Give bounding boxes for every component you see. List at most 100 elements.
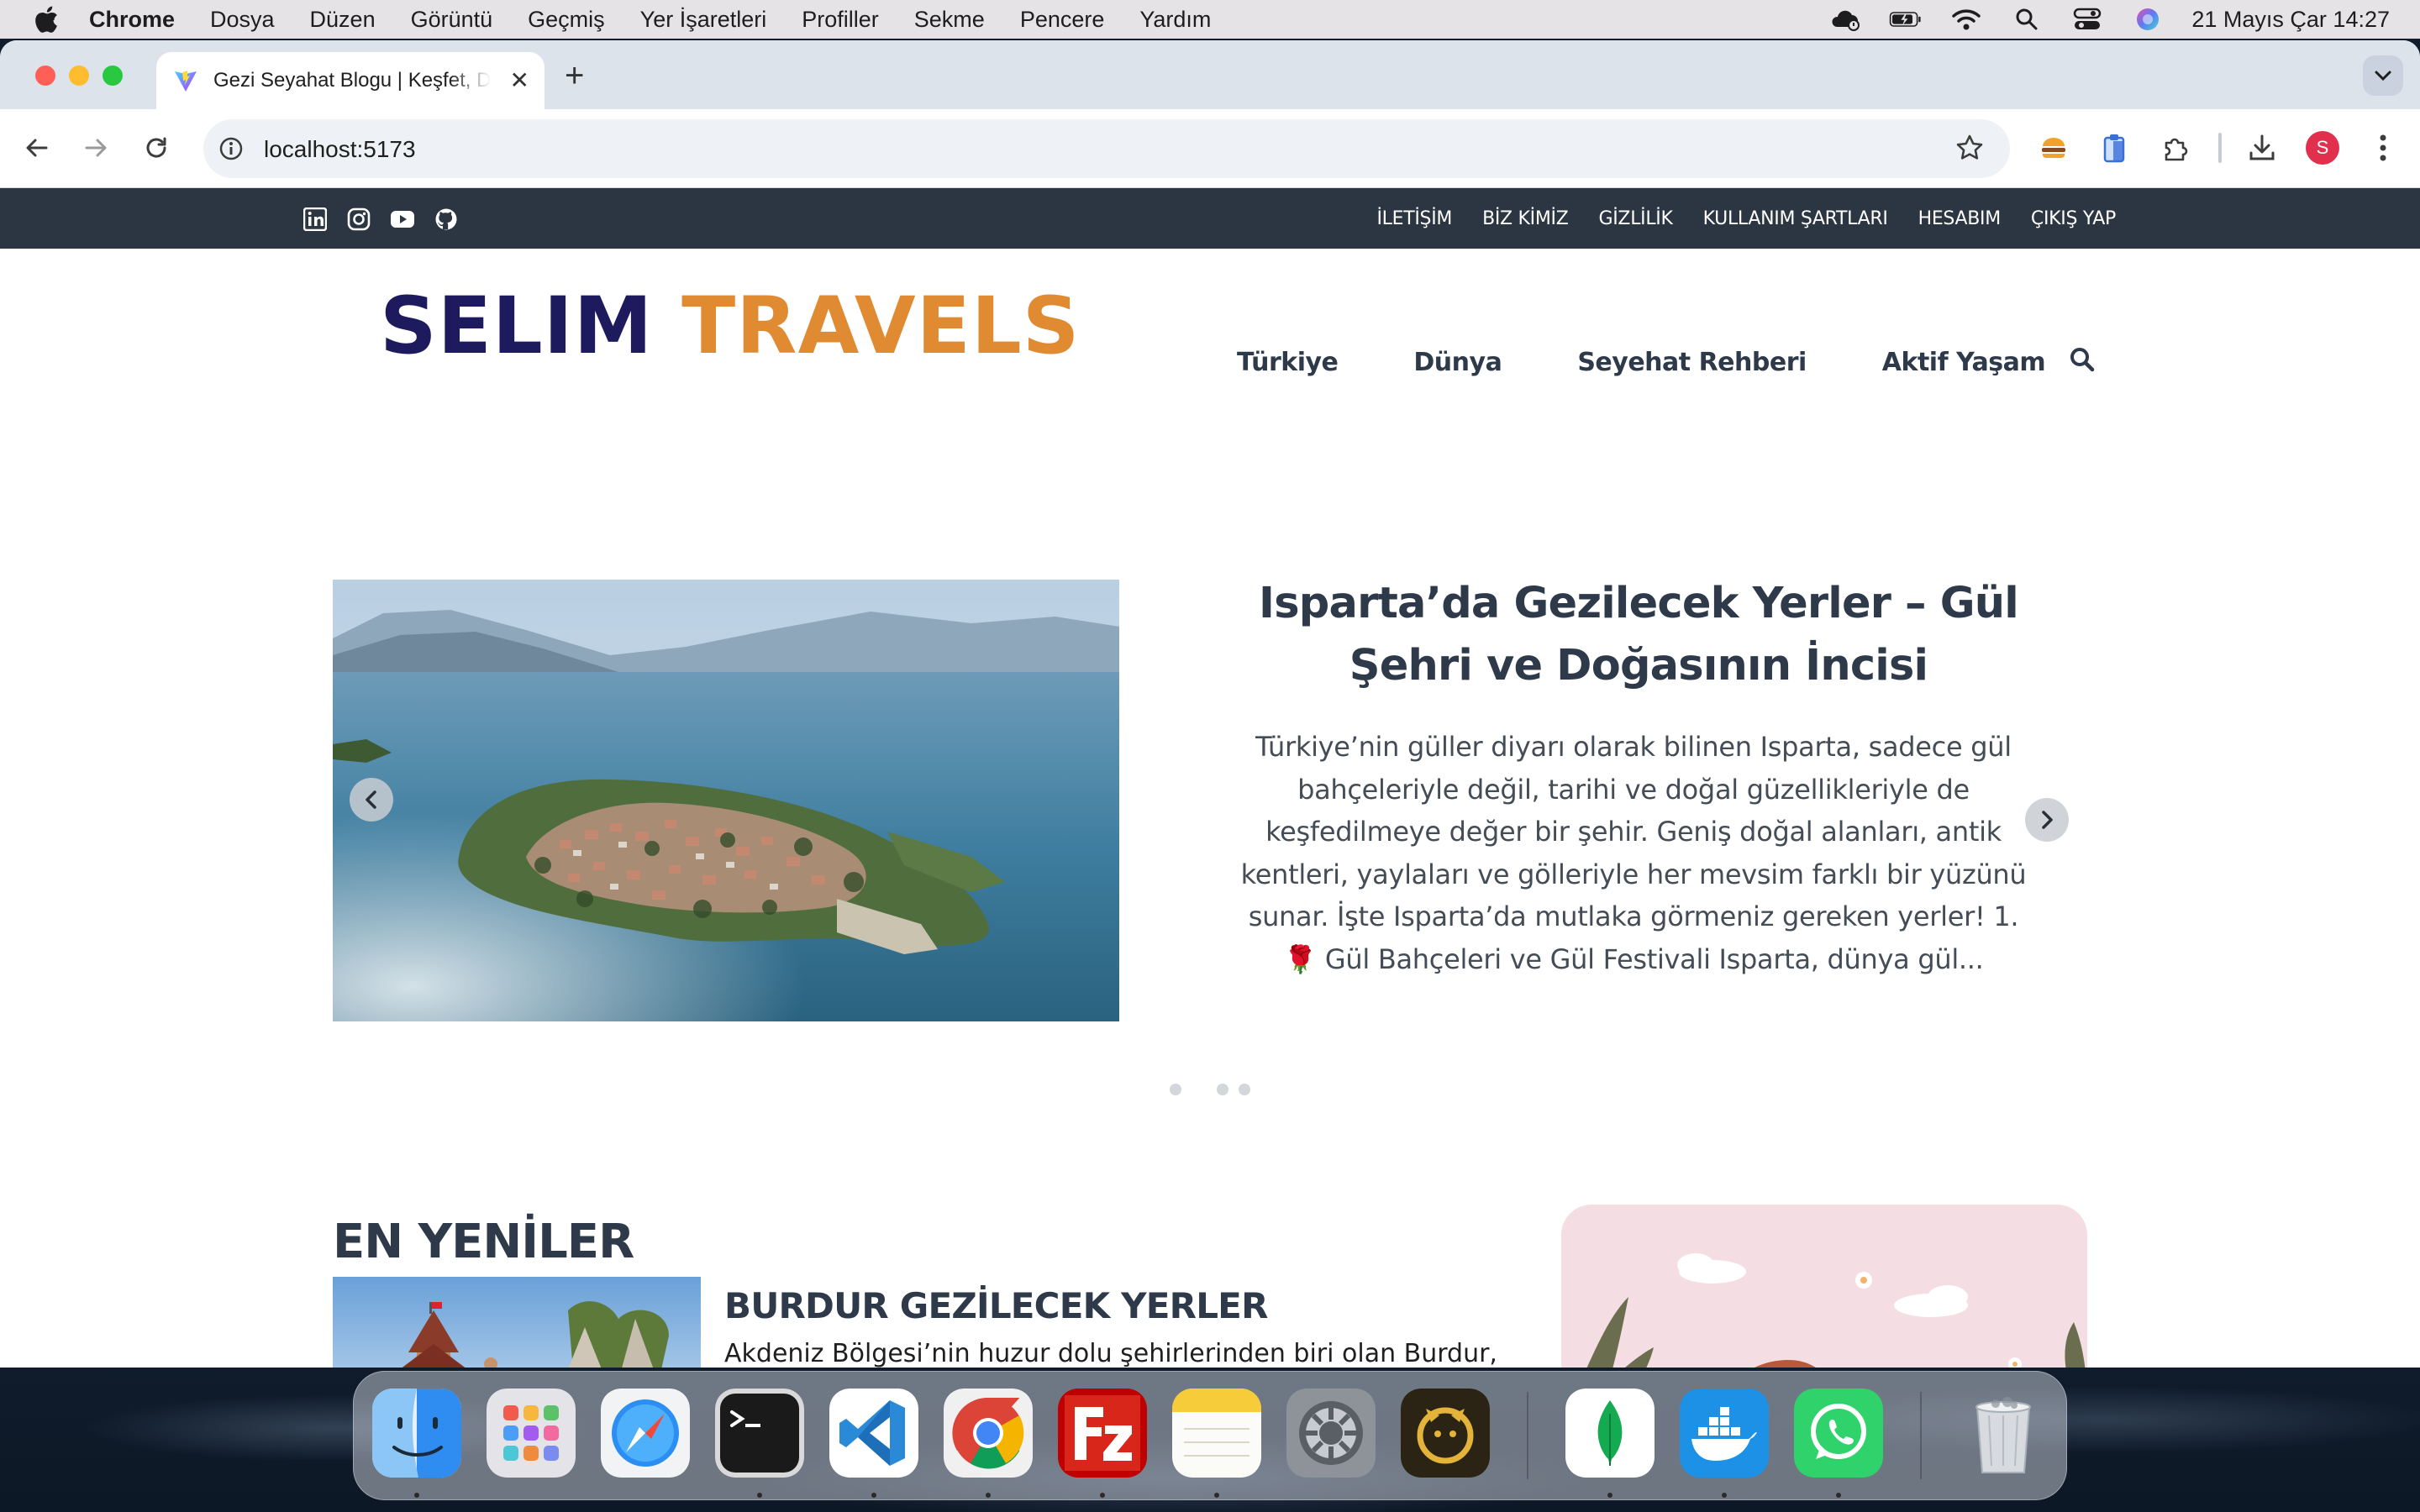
post-thumbnail[interactable] [333, 1277, 701, 1368]
menu-goruntu[interactable]: Görüntü [411, 7, 493, 33]
slider-dot-3[interactable] [1239, 1084, 1250, 1095]
top-link-iletisim[interactable]: İLETİŞİM [1376, 208, 1452, 229]
address-bar[interactable]: localhost:5173 [203, 119, 2010, 178]
reload-icon [146, 137, 166, 158]
docker-icon[interactable] [1680, 1389, 1769, 1478]
window-maximize-button[interactable] [103, 66, 123, 86]
burdur-photo [333, 1277, 701, 1368]
downloads-icon[interactable] [2244, 129, 2281, 166]
top-utility-links: İLETİŞİM BİZ KİMİZ GİZLİLİK KULLANIM ŞAR… [1376, 188, 2116, 249]
apple-icon[interactable] [34, 5, 59, 34]
whatsapp-running-dot [1836, 1493, 1841, 1498]
arrow-right-icon [85, 139, 107, 157]
url-text[interactable]: localhost:5173 [264, 136, 416, 163]
menu-sekme[interactable]: Sekme [914, 7, 985, 33]
whatsapp-icon[interactable] [1794, 1389, 1883, 1478]
top-link-hesabim[interactable]: HESABIM [1918, 208, 2002, 229]
top-link-biz-kimiz[interactable]: BİZ KİMİZ [1482, 208, 1569, 229]
lake-island-photo [333, 580, 1119, 1021]
window-close-button[interactable] [35, 66, 55, 86]
site-info-icon[interactable] [215, 133, 247, 165]
site-search-icon[interactable] [2067, 344, 2097, 375]
slider-next-button[interactable] [2025, 798, 2069, 842]
new-tab-button[interactable]: + [565, 59, 584, 92]
sidebar-illustration-card[interactable] [1561, 1205, 2087, 1368]
social-links [302, 207, 459, 232]
slider-dot-2[interactable] [1217, 1084, 1228, 1095]
chrome-icon[interactable] [944, 1389, 1033, 1478]
latest-heading: EN YENİLER [333, 1215, 634, 1269]
vscode-icon[interactable] [829, 1389, 918, 1478]
trash-icon[interactable] [1959, 1389, 2048, 1478]
menubar-clock[interactable]: 21 Mayıs Çar 14:27 [2191, 7, 2390, 33]
chevron-down-icon [2375, 71, 2391, 81]
youtube-icon[interactable] [390, 207, 415, 232]
nav-turkiye[interactable]: Türkiye [1237, 348, 1339, 377]
bookmark-star-icon[interactable] [1954, 133, 1985, 167]
logo-selim: SELIM [380, 281, 654, 372]
nav-seyehat-rehberi[interactable]: Seyehat Rehberi [1577, 348, 1807, 377]
menu-app-name[interactable]: Chrome [89, 7, 175, 33]
site-logo[interactable]: SELIM TRAVELS [380, 281, 1081, 372]
top-link-kullanim-sartlari[interactable]: KULLANIM ŞARTLARI [1703, 208, 1888, 229]
linkedin-icon[interactable] [302, 207, 328, 232]
mongodb-compass-icon[interactable] [1565, 1389, 1655, 1478]
tab-active[interactable]: Gezi Seyahat Blogu | Keşfet, D ✕ [156, 52, 544, 109]
wifi-icon[interactable] [1949, 7, 1983, 32]
notes-icon[interactable] [1172, 1389, 1261, 1478]
terminal-icon[interactable] [715, 1389, 804, 1478]
github-icon[interactable] [434, 207, 459, 232]
navicat-icon[interactable] [1401, 1389, 1490, 1478]
post-title[interactable]: BURDUR GEZİLECEK YERLER [724, 1285, 1268, 1326]
profile-button[interactable]: S [2304, 129, 2341, 166]
menu-yardim[interactable]: Yardım [1139, 7, 1211, 33]
browser-toolbar: localhost:5173 S [0, 109, 2420, 188]
top-link-gizlilik[interactable]: GİZLİLİK [1598, 208, 1672, 229]
menu-pencere[interactable]: Pencere [1020, 7, 1105, 33]
instagram-icon[interactable] [346, 207, 371, 232]
nav-dunya[interactable]: Dünya [1413, 348, 1502, 377]
chrome-menu-icon[interactable] [2365, 129, 2402, 166]
profile-avatar: S [2306, 131, 2339, 165]
chevron-left-icon [366, 790, 376, 809]
tab-close-icon[interactable]: ✕ [510, 69, 529, 92]
safari-icon[interactable] [601, 1389, 690, 1478]
extensions-puzzle-icon[interactable] [2156, 129, 2193, 166]
menu-duzen[interactable]: Düzen [310, 7, 376, 33]
notes-running-dot [1214, 1493, 1219, 1498]
menu-dosya[interactable]: Dosya [210, 7, 275, 33]
extension-clipboard-icon[interactable] [2096, 129, 2133, 166]
window-minimize-button[interactable] [69, 66, 89, 86]
spotlight-search-icon[interactable] [2010, 7, 2044, 32]
system-settings-icon[interactable] [1286, 1389, 1376, 1478]
dock-separator-2 [1920, 1392, 1922, 1479]
site-top-bar: İLETİŞİM BİZ KİMİZ GİZLİLİK KULLANIM ŞAR… [0, 188, 2420, 249]
filezilla-icon[interactable] [1058, 1389, 1147, 1478]
nav-aktif-yasam[interactable]: Aktif Yaşam [1882, 348, 2046, 377]
macos-dock [353, 1371, 2067, 1500]
cloud-sync-icon[interactable] [1828, 7, 1862, 32]
slider-dot-1[interactable] [1170, 1084, 1181, 1095]
top-link-cikis-yap[interactable]: ÇIKIŞ YAP [2031, 208, 2116, 229]
forward-button[interactable] [77, 129, 114, 166]
battery-icon[interactable] [1889, 7, 1923, 32]
menu-gecmis[interactable]: Geçmiş [528, 7, 605, 33]
filezilla-running-dot [1100, 1493, 1105, 1498]
back-button[interactable] [18, 129, 55, 166]
slider-image[interactable] [333, 580, 1119, 1021]
control-center-icon[interactable] [2070, 7, 2104, 32]
web-page: İLETİŞİM BİZ KİMİZ GİZLİLİK KULLANIM ŞAR… [0, 188, 2420, 1368]
slider-prev-button[interactable] [350, 778, 393, 822]
vscode-running-dot [871, 1493, 876, 1498]
extension-burger-icon[interactable] [2035, 129, 2072, 166]
logo-travels: TRAVELS [681, 281, 1081, 372]
post-excerpt: Akdeniz Bölgesi’nin huzur dolu şehirleri… [724, 1339, 1497, 1368]
siri-icon[interactable] [2131, 7, 2165, 32]
tab-search-button[interactable] [2363, 55, 2403, 96]
launchpad-icon[interactable] [487, 1389, 576, 1478]
menu-yer-isaretleri[interactable]: Yer İşaretleri [640, 7, 767, 33]
menu-profiller[interactable]: Profiller [802, 7, 879, 33]
finder-icon[interactable] [372, 1389, 461, 1478]
slide-title[interactable]: Isparta’da Gezilecek Yerler – Gül Şehri … [1218, 573, 2059, 697]
reload-button[interactable] [138, 129, 175, 166]
